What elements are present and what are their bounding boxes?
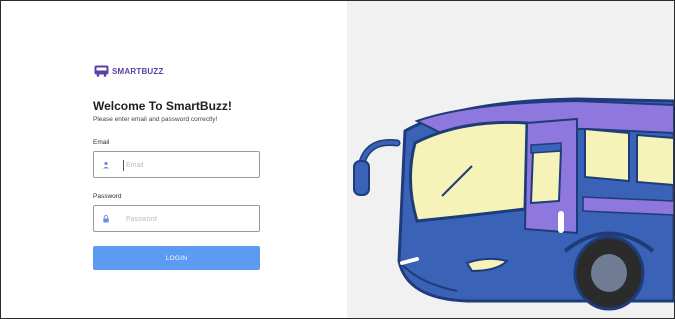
page-title: Welcome To SmartBuzz! xyxy=(93,99,232,113)
illustration-panel xyxy=(347,1,674,318)
password-input[interactable] xyxy=(126,211,246,227)
password-field-container xyxy=(93,205,260,232)
email-input[interactable] xyxy=(126,157,246,173)
bus-logo-icon xyxy=(94,65,109,77)
bus-illustration xyxy=(353,97,674,311)
email-label: Email xyxy=(93,139,110,146)
login-button[interactable]: LOGIN xyxy=(93,246,260,270)
brand-name: SMARTBUZZ xyxy=(112,66,164,76)
page-subtitle: Please enter email and password correctl… xyxy=(93,116,218,123)
text-caret xyxy=(123,160,124,171)
person-icon xyxy=(103,161,109,169)
lock-icon xyxy=(103,215,109,223)
email-field-container xyxy=(93,151,260,178)
password-label: Password xyxy=(93,193,122,200)
brand-logo: SMARTBUZZ xyxy=(94,65,164,77)
